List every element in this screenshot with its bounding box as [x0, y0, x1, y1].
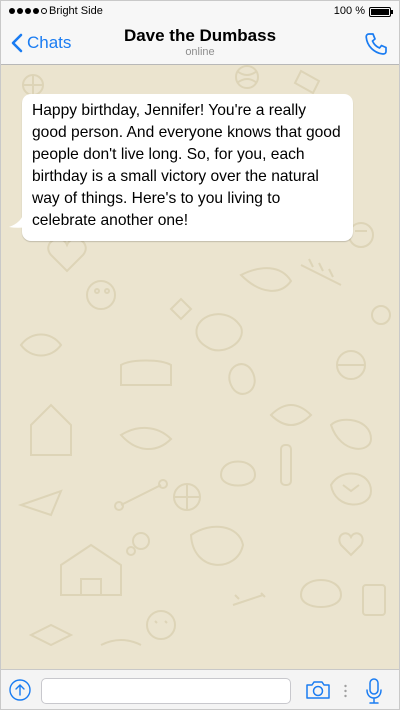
contact-status: online [185, 46, 215, 58]
bubble-tail [9, 215, 27, 228]
chat-area[interactable]: Happy birthday, Jennifer! You're a reall… [1, 65, 399, 669]
more-dots-icon[interactable] [344, 684, 347, 698]
message-input-bar [1, 669, 399, 709]
chat-header: Chats Dave the Dumbass online [1, 23, 399, 65]
carrier-name: Bright Side [49, 5, 103, 17]
phone-icon[interactable] [363, 31, 389, 57]
incoming-message-bubble[interactable]: Happy birthday, Jennifer! You're a reall… [22, 94, 353, 241]
battery-percentage: 100 % [333, 5, 365, 17]
microphone-icon[interactable] [366, 678, 382, 704]
battery-icon [369, 7, 393, 17]
message-input[interactable] [41, 678, 291, 704]
camera-icon[interactable] [305, 680, 331, 700]
phone-screen: Bright Side 100 % Chats Dave the Dumbass… [0, 0, 400, 710]
status-bar: Bright Side 100 % [1, 1, 399, 23]
message-text: Happy birthday, Jennifer! You're a reall… [32, 102, 341, 229]
upload-icon[interactable] [9, 679, 31, 701]
contact-name[interactable]: Dave the Dumbass [1, 26, 399, 46]
signal-strength-icon [9, 8, 47, 14]
